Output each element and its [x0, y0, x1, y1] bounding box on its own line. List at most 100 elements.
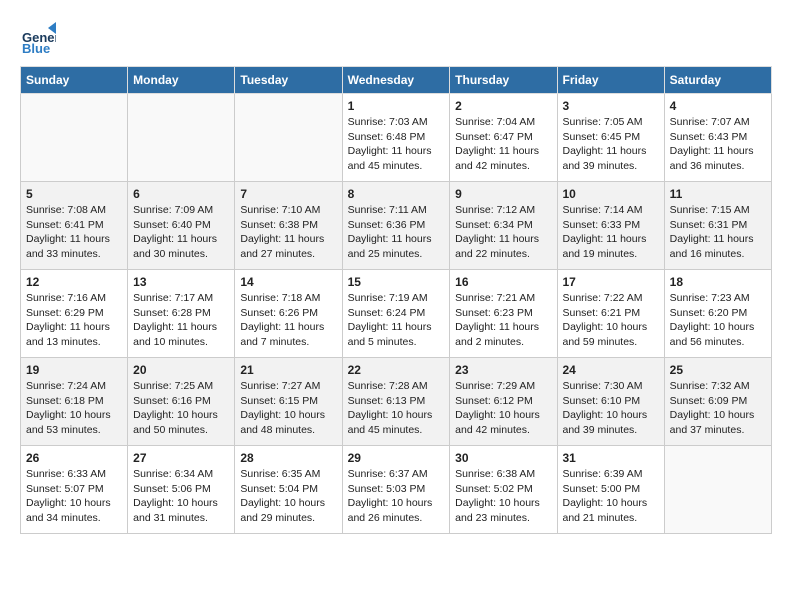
day-info: Sunrise: 7:18 AM Sunset: 6:26 PM Dayligh… — [240, 291, 336, 350]
calendar-cell — [235, 94, 342, 182]
calendar-week-1: 1 Sunrise: 7:03 AM Sunset: 6:48 PM Daylig… — [21, 94, 772, 182]
day-info: Sunrise: 7:25 AM Sunset: 6:16 PM Dayligh… — [133, 379, 229, 438]
calendar-cell: 13 Sunrise: 7:17 AM Sunset: 6:28 PM Dayli… — [128, 270, 235, 358]
day-number: 16 — [455, 275, 551, 289]
weekday-header-monday: Monday — [128, 67, 235, 94]
calendar-cell: 19Sunrise: 7:24 AM Sunset: 6:18 PM Dayli… — [21, 358, 128, 446]
day-info: Sunrise: 7:23 AM Sunset: 6:20 PM Dayligh… — [670, 291, 766, 350]
day-number: 25 — [670, 363, 766, 377]
day-info: Sunrise: 6:33 AM Sunset: 5:07 PM Dayligh… — [26, 467, 122, 526]
calendar-cell — [664, 446, 771, 534]
calendar-body: 1 Sunrise: 7:03 AM Sunset: 6:48 PM Daylig… — [21, 94, 772, 534]
calendar-cell: 27 Sunrise: 6:34 AM Sunset: 5:06 PM Dayli… — [128, 446, 235, 534]
calendar-cell: 22 Sunrise: 7:28 AM Sunset: 6:13 PM Dayli… — [342, 358, 450, 446]
calendar-cell: 10 Sunrise: 7:14 AM Sunset: 6:33 PM Dayli… — [557, 182, 664, 270]
calendar-week-5: 26Sunrise: 6:33 AM Sunset: 5:07 PM Dayli… — [21, 446, 772, 534]
day-number: 5 — [26, 187, 122, 201]
day-number: 30 — [455, 451, 551, 465]
day-info: Sunrise: 7:11 AM Sunset: 6:36 PM Dayligh… — [348, 203, 445, 262]
weekday-header-row: SundayMondayTuesdayWednesdayThursdayFrid… — [21, 67, 772, 94]
calendar-cell: 2 Sunrise: 7:04 AM Sunset: 6:47 PM Daylig… — [450, 94, 557, 182]
day-number: 27 — [133, 451, 229, 465]
day-number: 24 — [563, 363, 659, 377]
calendar-week-2: 5 Sunrise: 7:08 AM Sunset: 6:41 PM Daylig… — [21, 182, 772, 270]
day-number: 4 — [670, 99, 766, 113]
day-info: Sunrise: 7:04 AM Sunset: 6:47 PM Dayligh… — [455, 115, 551, 174]
page-header: General Blue — [20, 20, 772, 56]
calendar-cell: 21 Sunrise: 7:27 AM Sunset: 6:15 PM Dayli… — [235, 358, 342, 446]
day-info: Sunrise: 6:37 AM Sunset: 5:03 PM Dayligh… — [348, 467, 445, 526]
day-number: 1 — [348, 99, 445, 113]
logo-icon: General Blue — [20, 20, 56, 56]
calendar-cell: 7Sunrise: 7:10 AM Sunset: 6:38 PM Daylig… — [235, 182, 342, 270]
calendar-cell: 17 Sunrise: 7:22 AM Sunset: 6:21 PM Dayli… — [557, 270, 664, 358]
day-info: Sunrise: 7:19 AM Sunset: 6:24 PM Dayligh… — [348, 291, 445, 350]
day-info: Sunrise: 7:17 AM Sunset: 6:28 PM Dayligh… — [133, 291, 229, 350]
day-info: Sunrise: 7:21 AM Sunset: 6:23 PM Dayligh… — [455, 291, 551, 350]
day-number: 11 — [670, 187, 766, 201]
calendar-cell: 26Sunrise: 6:33 AM Sunset: 5:07 PM Dayli… — [21, 446, 128, 534]
calendar-cell: 6 Sunrise: 7:09 AM Sunset: 6:40 PM Daylig… — [128, 182, 235, 270]
day-number: 10 — [563, 187, 659, 201]
day-number: 29 — [348, 451, 445, 465]
day-number: 21 — [240, 363, 336, 377]
day-info: Sunrise: 6:34 AM Sunset: 5:06 PM Dayligh… — [133, 467, 229, 526]
calendar-cell — [21, 94, 128, 182]
calendar-cell: 29 Sunrise: 6:37 AM Sunset: 5:03 PM Dayli… — [342, 446, 450, 534]
day-number: 18 — [670, 275, 766, 289]
weekday-header-wednesday: Wednesday — [342, 67, 450, 94]
calendar-cell: 31 Sunrise: 6:39 AM Sunset: 5:00 PM Dayli… — [557, 446, 664, 534]
day-number: 31 — [563, 451, 659, 465]
day-number: 3 — [563, 99, 659, 113]
day-number: 6 — [133, 187, 229, 201]
day-number: 12 — [26, 275, 122, 289]
day-info: Sunrise: 7:16 AM Sunset: 6:29 PM Dayligh… — [26, 291, 122, 350]
weekday-header-thursday: Thursday — [450, 67, 557, 94]
calendar-cell: 25Sunrise: 7:32 AM Sunset: 6:09 PM Dayli… — [664, 358, 771, 446]
calendar-cell: 23Sunrise: 7:29 AM Sunset: 6:12 PM Dayli… — [450, 358, 557, 446]
day-number: 17 — [563, 275, 659, 289]
calendar-cell: 28 Sunrise: 6:35 AM Sunset: 5:04 PM Dayli… — [235, 446, 342, 534]
calendar-cell: 30Sunrise: 6:38 AM Sunset: 5:02 PM Dayli… — [450, 446, 557, 534]
day-number: 2 — [455, 99, 551, 113]
calendar-cell: 15 Sunrise: 7:19 AM Sunset: 6:24 PM Dayli… — [342, 270, 450, 358]
weekday-header-saturday: Saturday — [664, 67, 771, 94]
weekday-header-tuesday: Tuesday — [235, 67, 342, 94]
day-info: Sunrise: 6:39 AM Sunset: 5:00 PM Dayligh… — [563, 467, 659, 526]
calendar-week-4: 19Sunrise: 7:24 AM Sunset: 6:18 PM Dayli… — [21, 358, 772, 446]
day-number: 13 — [133, 275, 229, 289]
day-number: 23 — [455, 363, 551, 377]
calendar-cell: 20Sunrise: 7:25 AM Sunset: 6:16 PM Dayli… — [128, 358, 235, 446]
day-number: 14 — [240, 275, 336, 289]
day-info: Sunrise: 7:30 AM Sunset: 6:10 PM Dayligh… — [563, 379, 659, 438]
day-info: Sunrise: 7:10 AM Sunset: 6:38 PM Dayligh… — [240, 203, 336, 262]
calendar-cell: 24 Sunrise: 7:30 AM Sunset: 6:10 PM Dayli… — [557, 358, 664, 446]
calendar-cell: 8 Sunrise: 7:11 AM Sunset: 6:36 PM Daylig… — [342, 182, 450, 270]
day-number: 15 — [348, 275, 445, 289]
day-info: Sunrise: 6:35 AM Sunset: 5:04 PM Dayligh… — [240, 467, 336, 526]
svg-text:Blue: Blue — [22, 41, 50, 56]
day-info: Sunrise: 7:22 AM Sunset: 6:21 PM Dayligh… — [563, 291, 659, 350]
day-info: Sunrise: 7:07 AM Sunset: 6:43 PM Dayligh… — [670, 115, 766, 174]
day-number: 22 — [348, 363, 445, 377]
calendar-table: SundayMondayTuesdayWednesdayThursdayFrid… — [20, 66, 772, 534]
calendar-cell: 16 Sunrise: 7:21 AM Sunset: 6:23 PM Dayli… — [450, 270, 557, 358]
calendar-cell — [128, 94, 235, 182]
day-info: Sunrise: 7:09 AM Sunset: 6:40 PM Dayligh… — [133, 203, 229, 262]
logo: General Blue — [20, 20, 58, 56]
day-info: Sunrise: 7:12 AM Sunset: 6:34 PM Dayligh… — [455, 203, 551, 262]
day-info: Sunrise: 7:08 AM Sunset: 6:41 PM Dayligh… — [26, 203, 122, 262]
day-number: 8 — [348, 187, 445, 201]
weekday-header-friday: Friday — [557, 67, 664, 94]
day-info: Sunrise: 7:14 AM Sunset: 6:33 PM Dayligh… — [563, 203, 659, 262]
day-info: Sunrise: 7:28 AM Sunset: 6:13 PM Dayligh… — [348, 379, 445, 438]
calendar-week-3: 12 Sunrise: 7:16 AM Sunset: 6:29 PM Dayli… — [21, 270, 772, 358]
day-info: Sunrise: 7:03 AM Sunset: 6:48 PM Dayligh… — [348, 115, 445, 174]
day-number: 28 — [240, 451, 336, 465]
weekday-header-sunday: Sunday — [21, 67, 128, 94]
day-info: Sunrise: 7:27 AM Sunset: 6:15 PM Dayligh… — [240, 379, 336, 438]
calendar-cell: 1 Sunrise: 7:03 AM Sunset: 6:48 PM Daylig… — [342, 94, 450, 182]
day-info: Sunrise: 7:05 AM Sunset: 6:45 PM Dayligh… — [563, 115, 659, 174]
day-number: 9 — [455, 187, 551, 201]
day-number: 19 — [26, 363, 122, 377]
